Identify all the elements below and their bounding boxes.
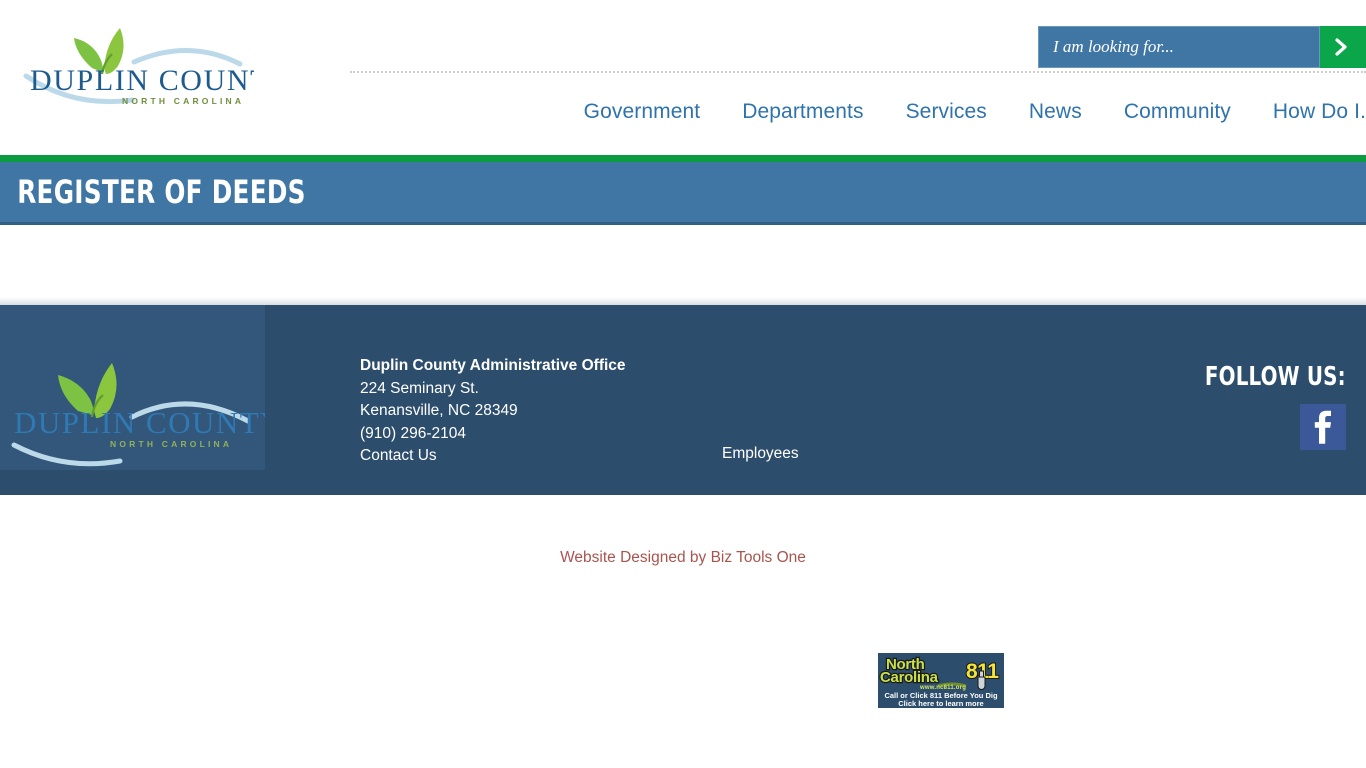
accent-bar [0, 155, 1366, 162]
employees-link[interactable]: Employees [722, 445, 799, 463]
facebook-icon [1314, 410, 1331, 444]
site-credit-area: Website Designed by Biz Tools One [0, 495, 1366, 766]
footer-phone: (910) 296-2104 [360, 424, 466, 442]
chevron-right-icon [1335, 38, 1347, 56]
page-title-banner: REGISTER OF DEEDS [0, 162, 1366, 225]
svg-text:Carolina: Carolina [880, 669, 939, 686]
svg-text:NORTH CAROLINA: NORTH CAROLINA [122, 96, 244, 106]
site-footer: DUPLIN COUNTY NORTH CAROLINA Duplin Coun… [0, 305, 1366, 708]
footer-address-block: Duplin County Administrative Office 224 … [360, 355, 626, 468]
nav-item-departments[interactable]: Departments [742, 100, 863, 124]
facebook-link[interactable] [1300, 404, 1346, 450]
search-submit-button[interactable] [1320, 26, 1366, 68]
footer-logo-link[interactable]: DUPLIN COUNTY NORTH CAROLINA [0, 305, 265, 470]
nc811-badge: North Carolina 811 www.nc811.org Call or… [878, 653, 1004, 708]
footer-city-state-zip: Kenansville, NC 28349 [360, 402, 518, 419]
page-title: REGISTER OF DEEDS [17, 173, 306, 211]
contact-us-link[interactable]: Contact Us [360, 447, 437, 464]
duplin-county-logo: DUPLIN COUNTY NORTH CAROLINA [23, 28, 254, 106]
svg-text:NORTH CAROLINA: NORTH CAROLINA [110, 439, 232, 449]
header-logo-link[interactable]: DUPLIN COUNTY NORTH CAROLINA [14, 18, 254, 128]
duplin-county-logo-footer: DUPLIN COUNTY NORTH CAROLINA [11, 363, 265, 467]
svg-text:DUPLIN COUNTY: DUPLIN COUNTY [14, 405, 265, 440]
follow-us-label: FOLLOW US: [1205, 362, 1346, 392]
nav-item-services[interactable]: Services [906, 100, 987, 124]
site-search [1038, 26, 1366, 68]
nav-item-news[interactable]: News [1029, 100, 1082, 124]
site-header: DUPLIN COUNTY NORTH CAROLINA Government … [0, 0, 1366, 155]
nav-item-how-do-i[interactable]: How Do I. [1273, 100, 1366, 124]
main-navigation: Government Departments Services News Com… [584, 100, 1366, 124]
main-content [0, 225, 1366, 297]
nav-item-community[interactable]: Community [1124, 100, 1231, 124]
design-credit-link[interactable]: Website Designed by Biz Tools One [560, 549, 806, 566]
footer-office-name: Duplin County Administrative Office [360, 357, 626, 374]
search-input[interactable] [1038, 26, 1320, 68]
nav-item-government[interactable]: Government [584, 100, 701, 124]
svg-text:Click here to learn more: Click here to learn more [898, 699, 983, 708]
header-divider [350, 71, 1366, 73]
footer-street: 224 Seminary St. [360, 379, 479, 397]
svg-text:DUPLIN COUNTY: DUPLIN COUNTY [30, 64, 254, 97]
nc811-badge-link[interactable]: North Carolina 811 www.nc811.org Call or… [878, 653, 1004, 708]
follow-us-block: FOLLOW US: [1180, 362, 1346, 455]
footer-top-divider [0, 297, 1366, 305]
